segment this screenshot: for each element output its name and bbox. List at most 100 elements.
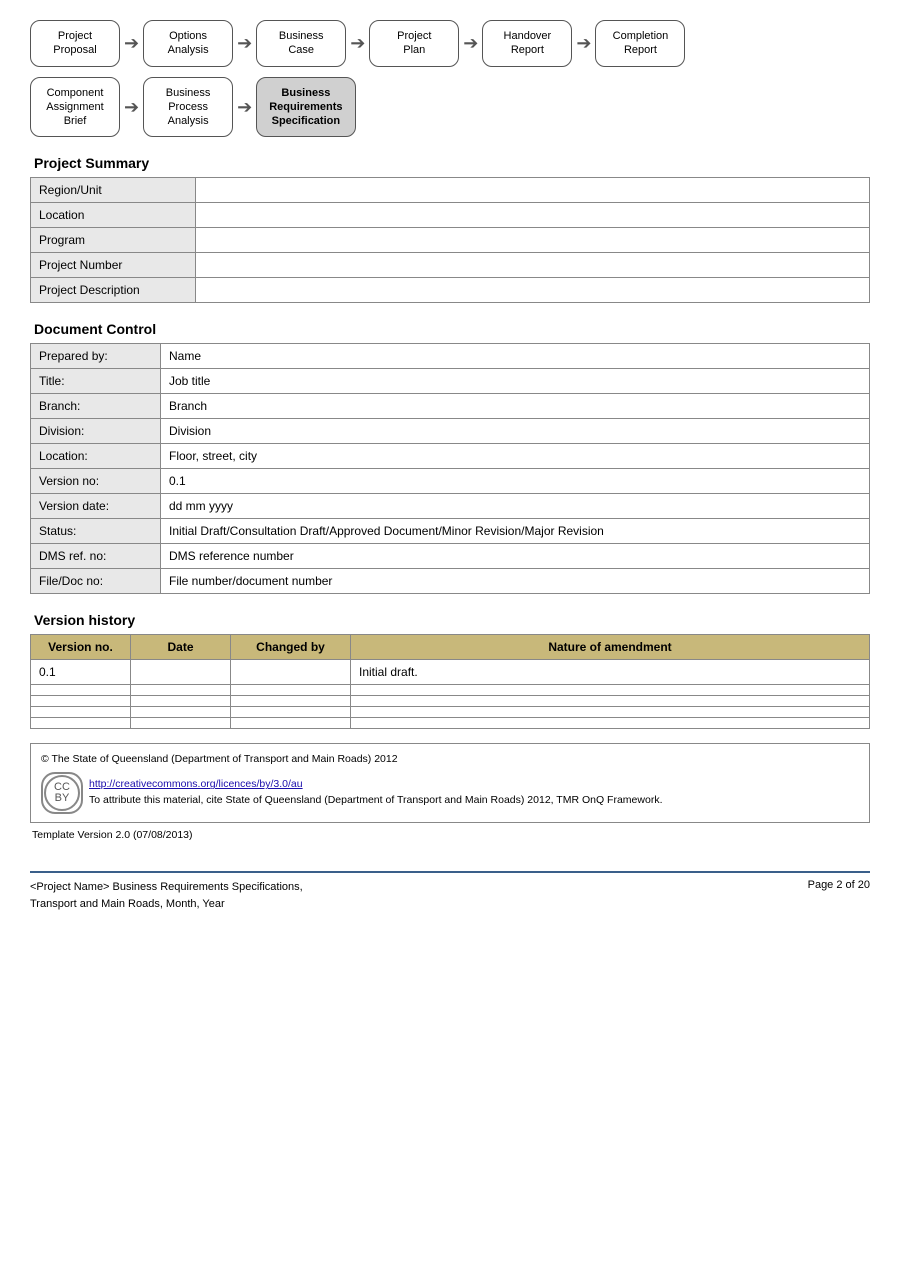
version-changed-by	[231, 718, 351, 729]
footer-line-1: <Project Name> Business Requirements Spe…	[30, 879, 303, 896]
cc-link: http://creativecommons.org/licences/by/3…	[89, 777, 662, 793]
flow-diagram-1: ProjectProposal ➔ OptionsAnalysis ➔ Busi…	[30, 20, 870, 67]
doc-value: Initial Draft/Consultation Draft/Approve…	[161, 519, 870, 544]
doc-value: dd mm yyyy	[161, 494, 870, 519]
table-header-row: Version no. Date Changed by Nature of am…	[31, 635, 870, 660]
flow-row-2: ComponentAssignmentBrief ➔ BusinessProce…	[30, 77, 870, 138]
flow-step-label: ProjectProposal	[53, 30, 96, 56]
flow-step-label: HandoverReport	[504, 30, 552, 56]
version-date	[131, 707, 231, 718]
version-date	[131, 696, 231, 707]
doc-label: File/Doc no:	[31, 569, 161, 594]
table-row: Title: Job title	[31, 369, 870, 394]
cc-text-block: http://creativecommons.org/licences/by/3…	[89, 777, 662, 809]
flow-arrow-6: ➔	[124, 97, 139, 118]
version-date	[131, 685, 231, 696]
doc-label: DMS ref. no:	[31, 544, 161, 569]
flow-step-label: CompletionReport	[613, 30, 669, 56]
doc-value: Floor, street, city	[161, 444, 870, 469]
footer-page-number: Page 2 of 20	[808, 879, 870, 891]
version-amendment	[351, 718, 870, 729]
doc-value: DMS reference number	[161, 544, 870, 569]
page-footer: <Project Name> Business Requirements Spe…	[30, 871, 870, 912]
version-changed-by	[231, 685, 351, 696]
flow-step-label: BusinessRequirementsSpecification	[269, 87, 342, 128]
flow-arrow-3: ➔	[350, 33, 365, 54]
summary-value	[196, 278, 870, 303]
summary-value	[196, 228, 870, 253]
flow-arrow-7: ➔	[237, 97, 252, 118]
flow-step-project-proposal: ProjectProposal	[30, 20, 120, 67]
table-row: Version no: 0.1	[31, 469, 870, 494]
creative-commons-icon: CCBY	[41, 772, 83, 814]
summary-value	[196, 203, 870, 228]
footer-left: <Project Name> Business Requirements Spe…	[30, 879, 303, 912]
page: ProjectProposal ➔ OptionsAnalysis ➔ Busi…	[0, 0, 900, 1273]
doc-label: Division:	[31, 419, 161, 444]
flow-step-business-case: BusinessCase	[256, 20, 346, 67]
table-row: Status: Initial Draft/Consultation Draft…	[31, 519, 870, 544]
table-row: Prepared by: Name	[31, 344, 870, 369]
table-row: DMS ref. no: DMS reference number	[31, 544, 870, 569]
doc-value: Branch	[161, 394, 870, 419]
template-version: Template Version 2.0 (07/08/2013)	[32, 829, 870, 841]
version-changed-by	[231, 660, 351, 685]
table-row: Region/Unit	[31, 178, 870, 203]
table-row: Division: Division	[31, 419, 870, 444]
table-row: Project Description	[31, 278, 870, 303]
version-changed-by	[231, 696, 351, 707]
flow-step-label: BusinessProcessAnalysis	[166, 87, 211, 128]
flow-arrow-4: ➔	[463, 33, 478, 54]
version-amendment	[351, 685, 870, 696]
doc-label: Version no:	[31, 469, 161, 494]
table-row: File/Doc no: File number/document number	[31, 569, 870, 594]
version-no	[31, 718, 131, 729]
version-date	[131, 718, 231, 729]
version-amendment	[351, 696, 870, 707]
summary-label: Location	[31, 203, 196, 228]
version-no	[31, 685, 131, 696]
doc-value: Division	[161, 419, 870, 444]
version-no	[31, 707, 131, 718]
doc-label: Branch:	[31, 394, 161, 419]
doc-label: Version date:	[31, 494, 161, 519]
col-version-no: Version no.	[31, 635, 131, 660]
svg-text:BY: BY	[55, 792, 70, 804]
copyright-box: © The State of Queensland (Department of…	[30, 743, 870, 823]
doc-value: File number/document number	[161, 569, 870, 594]
col-amendment: Nature of amendment	[351, 635, 870, 660]
table-row: Project Number	[31, 253, 870, 278]
table-row	[31, 685, 870, 696]
flow-arrow-2: ➔	[237, 33, 252, 54]
summary-label: Project Number	[31, 253, 196, 278]
summary-label: Project Description	[31, 278, 196, 303]
table-row: Program	[31, 228, 870, 253]
document-control-table: Prepared by: Name Title: Job title Branc…	[30, 343, 870, 594]
version-amendment: Initial draft.	[351, 660, 870, 685]
flow-step-label: BusinessCase	[279, 30, 324, 56]
summary-label: Program	[31, 228, 196, 253]
flow-step-completion-report: CompletionReport	[595, 20, 685, 67]
doc-label: Prepared by:	[31, 344, 161, 369]
doc-value: Job title	[161, 369, 870, 394]
cc-attribution: To attribute this material, cite State o…	[89, 793, 662, 809]
doc-value: Name	[161, 344, 870, 369]
doc-label: Status:	[31, 519, 161, 544]
project-summary-heading: Project Summary	[30, 155, 870, 171]
table-row: Location	[31, 203, 870, 228]
table-row	[31, 707, 870, 718]
table-row: Branch: Branch	[31, 394, 870, 419]
version-date	[131, 660, 231, 685]
flow-diagram-2: ComponentAssignmentBrief ➔ BusinessProce…	[30, 77, 870, 138]
flow-step-business-requirements-spec: BusinessRequirementsSpecification	[256, 77, 355, 138]
flow-arrow-1: ➔	[124, 33, 139, 54]
flow-step-label: ProjectPlan	[397, 30, 431, 56]
flow-step-label: ComponentAssignmentBrief	[46, 87, 103, 128]
table-row	[31, 718, 870, 729]
flow-step-component-assignment-brief: ComponentAssignmentBrief	[30, 77, 120, 138]
project-summary-table: Region/Unit Location Program Project Num…	[30, 177, 870, 303]
version-no: 0.1	[31, 660, 131, 685]
doc-value: 0.1	[161, 469, 870, 494]
flow-row-1: ProjectProposal ➔ OptionsAnalysis ➔ Busi…	[30, 20, 870, 67]
flow-step-options-analysis: OptionsAnalysis	[143, 20, 233, 67]
